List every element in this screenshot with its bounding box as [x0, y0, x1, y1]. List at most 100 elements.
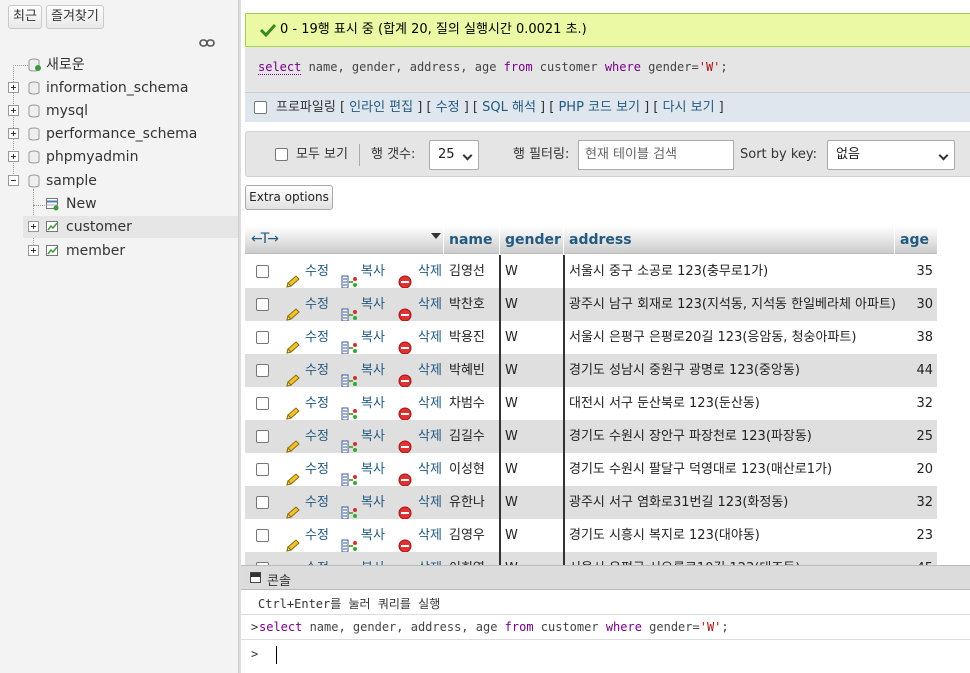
sql-query-box[interactable]: select name, gender, address, age from c…	[245, 47, 970, 93]
cell-gender[interactable]: W	[505, 420, 518, 453]
cell-address[interactable]: 경기도 수원시 팔달구 덕영대로 123(매산로1가)	[569, 453, 832, 486]
row-checkbox[interactable]	[256, 430, 269, 443]
cell-gender[interactable]: W	[505, 552, 518, 565]
tree-item-new-table[interactable]: New	[0, 193, 238, 215]
table-row[interactable]: 수정 복사 삭제 차범수 W 대전시 서구 둔산북로 123(둔산동) 32	[245, 387, 937, 421]
cell-age[interactable]: 44	[900, 354, 933, 387]
sort-dropdown-icon[interactable]	[431, 233, 441, 239]
tree-item-information-schema[interactable]: information_schema	[0, 77, 238, 99]
cell-name[interactable]: 이성현	[449, 453, 485, 486]
tree-item-member[interactable]: member	[0, 240, 238, 262]
console-history-line[interactable]: > select name, gender, address, age from…	[241, 614, 970, 640]
tree-item-new-database[interactable]: 새로운	[0, 54, 238, 76]
cell-address[interactable]: 경기도 시흥시 복지로 123(대야동)	[569, 519, 760, 552]
cell-age[interactable]: 35	[900, 255, 933, 288]
show-all-checkbox[interactable]	[275, 148, 288, 161]
cell-address[interactable]: 대전시 서구 둔산북로 123(둔산동)	[569, 387, 760, 420]
expand-icon[interactable]	[8, 151, 19, 162]
show-all-label[interactable]: 모두 보기	[296, 147, 348, 163]
cell-name[interactable]: 이희영	[449, 552, 485, 565]
explain-sql-link[interactable]: SQL 해석	[482, 100, 536, 115]
cell-gender[interactable]: W	[505, 486, 518, 519]
cell-age[interactable]: 32	[900, 486, 933, 519]
recent-tab[interactable]: 최근	[8, 5, 42, 29]
cell-name[interactable]: 김영우	[449, 519, 485, 552]
table-row[interactable]: 수정 복사 삭제 김영우 W 경기도 시흥시 복지로 123(대야동) 23	[245, 519, 937, 553]
row-checkbox[interactable]	[256, 298, 269, 311]
table-row[interactable]: 수정 복사 삭제 이성현 W 경기도 수원시 팔달구 덕영대로 123(매산로1가) 20	[245, 453, 937, 487]
cell-name[interactable]: 김영선	[449, 255, 485, 288]
edit-query-link[interactable]: 수정	[436, 100, 460, 115]
refresh-link[interactable]: 다시 보기	[663, 100, 715, 115]
link-icon[interactable]	[199, 38, 215, 48]
cell-address[interactable]: 서울시 은평구 서오릉로10길 123(대조동)	[569, 552, 800, 565]
cell-address[interactable]: 광주시 남구 회재로 123(지석동, 지석동 한일베라체 아파트)	[569, 288, 896, 321]
row-checkbox[interactable]	[256, 496, 269, 509]
table-row[interactable]: 수정 복사 삭제 김길수 W 경기도 수원시 장안구 파장천로 123(파장동) 25	[245, 420, 937, 454]
tree-item-performance-schema[interactable]: performance_schema	[0, 123, 238, 145]
cell-gender[interactable]: W	[505, 255, 518, 288]
cell-age[interactable]: 32	[900, 387, 933, 420]
row-checkbox[interactable]	[256, 397, 269, 410]
collapse-icon[interactable]	[8, 175, 19, 186]
table-row[interactable]: 수정 복사 삭제 이희영 W 서울시 은평구 서오릉로10길 123(대조동) 45	[245, 552, 937, 565]
table-row[interactable]: 수정 복사 삭제 김영선 W 서울시 중구 소공로 123(충무로1가) 35	[245, 255, 937, 289]
inline-edit-link[interactable]: 인라인 편집	[349, 100, 413, 115]
row-checkbox[interactable]	[256, 364, 269, 377]
cell-name[interactable]: 차범수	[449, 387, 485, 420]
cell-age[interactable]: 45	[900, 552, 933, 565]
favorites-tab[interactable]: 즐겨찾기	[46, 5, 104, 29]
cell-name[interactable]: 박용진	[449, 321, 485, 354]
row-checkbox[interactable]	[256, 331, 269, 344]
cell-address[interactable]: 광주시 서구 염화로31번길 123(화정동)	[569, 486, 788, 519]
expand-icon[interactable]	[8, 105, 19, 116]
cell-name[interactable]: 박혜빈	[449, 354, 485, 387]
rows-select[interactable]: 25	[429, 140, 479, 170]
cell-gender[interactable]: W	[505, 354, 518, 387]
row-checkbox[interactable]	[256, 265, 269, 278]
cell-gender[interactable]: W	[505, 519, 518, 552]
row-checkbox[interactable]	[256, 529, 269, 542]
cell-name[interactable]: 박찬호	[449, 288, 485, 321]
column-header-name[interactable]: name	[449, 226, 493, 254]
table-row[interactable]: 수정 복사 삭제 박혜빈 W 경기도 성남시 중원구 광명로 123(중앙동) 44	[245, 354, 937, 388]
console-header[interactable]: 콘솔	[241, 565, 970, 590]
console-input-caret[interactable]	[276, 646, 277, 664]
cell-name[interactable]: 김길수	[449, 420, 485, 453]
cell-age[interactable]: 23	[900, 519, 933, 552]
table-row[interactable]: 수정 복사 삭제 유한나 W 광주시 서구 염화로31번길 123(화정동) 32	[245, 486, 937, 520]
tree-item-mysql[interactable]: mysql	[0, 100, 238, 122]
cell-gender[interactable]: W	[505, 387, 518, 420]
cell-name[interactable]: 유한나	[449, 486, 485, 519]
expand-icon[interactable]	[8, 128, 19, 139]
cell-address[interactable]: 경기도 성남시 중원구 광명로 123(중앙동)	[569, 354, 800, 387]
cell-age[interactable]: 38	[900, 321, 933, 354]
expand-icon[interactable]	[28, 221, 39, 232]
filter-input[interactable]: 현재 테이블 검색	[578, 140, 734, 170]
row-checkbox[interactable]	[256, 463, 269, 476]
extra-options-button[interactable]: Extra options	[245, 185, 333, 210]
column-arrows-icon[interactable]: ←T→	[251, 231, 279, 247]
cell-gender[interactable]: W	[505, 453, 518, 486]
php-code-link[interactable]: PHP 코드 보기	[558, 100, 640, 115]
cell-age[interactable]: 25	[900, 420, 933, 453]
column-header-gender[interactable]: gender	[505, 226, 561, 254]
tree-item-phpmyadmin[interactable]: phpmyadmin	[0, 146, 238, 168]
column-header-address[interactable]: address	[569, 226, 632, 254]
cell-gender[interactable]: W	[505, 321, 518, 354]
table-row[interactable]: 수정 복사 삭제 박용진 W 서울시 은평구 은평로20길 123(응암동, 청숭아파트)…	[245, 321, 937, 355]
tree-item-customer[interactable]: customer	[0, 216, 238, 238]
profiling-checkbox[interactable]	[254, 101, 267, 114]
cell-age[interactable]: 30	[900, 288, 933, 321]
tree-item-sample[interactable]: sample	[0, 170, 238, 192]
column-header-age[interactable]: age	[900, 226, 929, 254]
table-row[interactable]: 수정 복사 삭제 박찬호 W 광주시 남구 회재로 123(지석동, 지석동 한일베라체 …	[245, 288, 937, 322]
cell-age[interactable]: 20	[900, 453, 933, 486]
cell-gender[interactable]: W	[505, 288, 518, 321]
cell-address[interactable]: 서울시 은평구 은평로20길 123(응암동, 청숭아파트)	[569, 321, 856, 354]
cell-address[interactable]: 서울시 중구 소공로 123(충무로1가)	[569, 255, 768, 288]
expand-icon[interactable]	[28, 245, 39, 256]
cell-address[interactable]: 경기도 수원시 장안구 파장천로 123(파장동)	[569, 420, 812, 453]
expand-icon[interactable]	[8, 82, 19, 93]
sql-keyword[interactable]: select	[258, 60, 302, 75]
